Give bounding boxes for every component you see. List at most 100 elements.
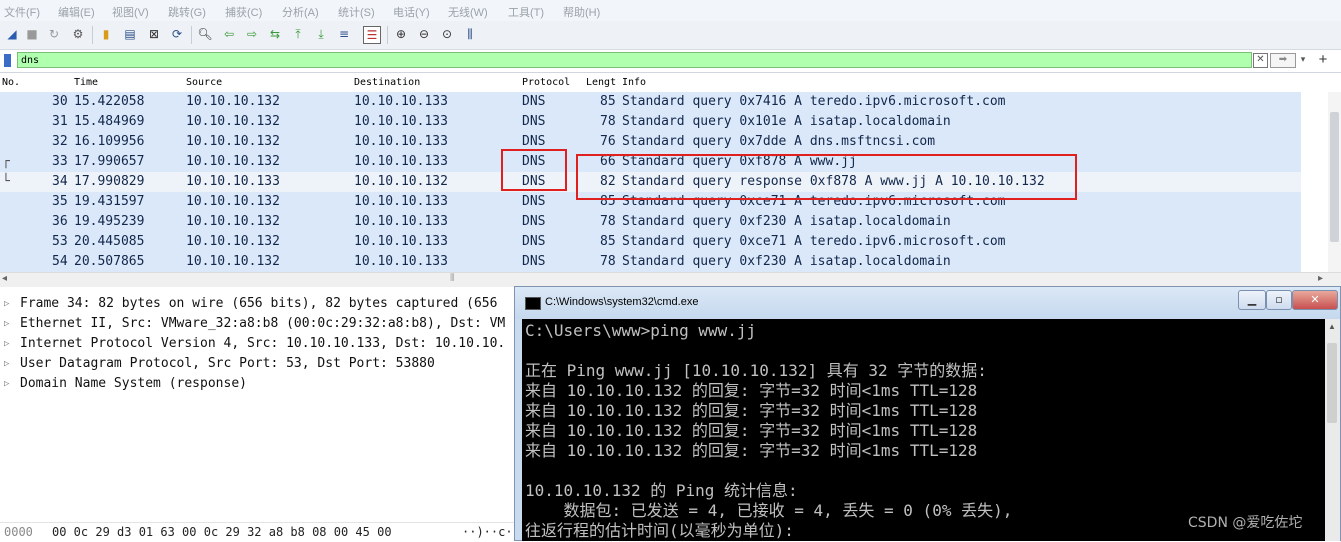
packet-info: Standard query 0x101e A isatap.localdoma… [622,114,951,129]
maximize-button[interactable]: ▫ [1266,290,1292,310]
packet-row[interactable]: 53 20.445085 10.10.10.132 10.10.10.133 D… [0,232,1301,252]
scroll-up-icon[interactable]: ▲ [1328,322,1336,331]
menu-telephony[interactable]: 电话(Y) [393,4,430,20]
expand-arrow-icon[interactable]: ▷ [4,354,9,374]
menu-view[interactable]: 视图(V) [112,4,149,20]
cmd-console-output[interactable]: C:\Users\www>ping www.jj 正在 Ping www.jj … [522,319,1325,541]
packet-no: 36 [52,214,68,229]
bytes-ascii[interactable]: ··)··c·· [462,523,520,542]
go-to-packet-icon[interactable]: ⇆ [267,26,283,42]
packet-protocol: DNS [522,234,546,249]
first-packet-icon[interactable]: ⤒ [290,26,306,42]
console-line: 来自 10.10.10.132 的回复: 字节=32 时间<1ms TTL=12… [525,421,978,440]
reload-icon[interactable]: ⟳ [169,26,185,42]
cmd-vertical-scrollbar[interactable]: ▲ [1325,319,1340,541]
packet-length: 85 [600,234,616,249]
save-file-icon[interactable]: ▤ [122,26,138,42]
packet-info: Standard query 0xce71 A teredo.ipv6.micr… [622,234,1006,249]
filter-dropdown-icon[interactable]: ▾ [1297,53,1309,66]
menu-edit[interactable]: 编辑(E) [58,4,95,20]
expand-arrow-icon[interactable]: ▷ [4,374,9,394]
cmd-title-bar[interactable]: C:\Windows\system32\cmd.exe ▁ ▫ ✕ [515,287,1340,319]
packet-list-vertical-scrollbar[interactable] [1328,92,1341,272]
menu-go[interactable]: 跳转(G) [168,4,206,20]
column-header-info[interactable]: Info [622,77,646,88]
column-header-destination[interactable]: Destination [354,77,420,88]
menu-help[interactable]: 帮助(H) [563,4,600,20]
expand-arrow-icon[interactable]: ▷ [4,334,9,354]
packet-time: 17.990829 [74,174,145,189]
packet-no: 30 [52,94,68,109]
go-forward-icon[interactable]: ⇨ [244,26,260,42]
stop-icon[interactable]: ■ [24,26,40,42]
find-packet-icon[interactable]: 🔍︎ [197,26,213,42]
packet-destination: 10.10.10.133 [354,214,448,229]
packet-row[interactable]: 30 15.422058 10.10.10.132 10.10.10.133 D… [0,92,1301,112]
normal-size-icon[interactable]: ⊙ [439,26,455,42]
zoom-in-icon[interactable]: ⊕ [393,26,409,42]
last-packet-icon[interactable]: ⤓ [313,26,329,42]
toolbar-separator [191,26,192,44]
detail-text: User Datagram Protocol, Src Port: 53, Ds… [20,356,435,371]
packet-no: 33 [52,154,68,169]
packet-length: 85 [600,94,616,109]
packet-row[interactable]: 31 15.484969 10.10.10.132 10.10.10.133 D… [0,112,1301,132]
display-filter-input[interactable]: dns [17,52,1252,68]
scroll-right-icon[interactable]: ▸ [1318,273,1323,284]
add-filter-button-icon[interactable]: + [1316,51,1330,69]
packet-row[interactable]: 36 19.495239 10.10.10.132 10.10.10.133 D… [0,212,1301,232]
open-folder-icon[interactable]: ▮ [98,26,114,42]
menu-analyze[interactable]: 分析(A) [282,4,319,20]
column-header-time[interactable]: Time [74,77,98,88]
close-button[interactable]: ✕ [1292,290,1338,310]
menu-file[interactable]: 文件(F) [4,4,40,20]
column-header-length[interactable]: Lengt [586,77,616,88]
packet-info: Standard query 0xf230 A isatap.localdoma… [622,254,951,269]
menu-tools[interactable]: 工具(T) [508,4,544,20]
packet-length: 78 [600,254,616,269]
options-gear-icon[interactable]: ⚙ [70,26,86,42]
packet-time: 16.109956 [74,134,145,149]
menu-capture[interactable]: 捕获(C) [225,4,262,20]
packet-protocol: DNS [522,254,546,269]
bytes-hex[interactable]: 00 0c 29 d3 01 63 00 0c 29 32 a8 b8 08 0… [52,523,392,542]
restart-icon[interactable]: ↻ [46,26,62,42]
scroll-left-icon[interactable]: ◂ [2,273,7,284]
packet-list-horizontal-scrollbar[interactable]: ◂ ⦀ ▸ [0,272,1341,287]
zoom-out-icon[interactable]: ⊖ [416,26,432,42]
packet-protocol: DNS [522,214,546,229]
scrollbar-thumb[interactable] [1327,343,1337,423]
autoscroll-icon[interactable]: ≡ [336,26,352,42]
clear-filter-icon[interactable]: ✕ [1253,53,1268,68]
resize-columns-icon[interactable]: ⫼ [462,26,478,42]
expand-arrow-icon[interactable]: ▷ [4,314,9,334]
go-back-icon[interactable]: ⇦ [221,26,237,42]
packet-row[interactable]: 32 16.109956 10.10.10.132 10.10.10.133 D… [0,132,1301,152]
response-link-icon: └ [2,174,10,189]
packet-protocol: DNS [522,94,546,109]
column-header-protocol[interactable]: Protocol [522,77,570,88]
column-header-source[interactable]: Source [186,77,222,88]
packet-source: 10.10.10.132 [186,114,280,129]
scrollbar-thumb[interactable] [1330,112,1339,242]
packet-length: 78 [600,114,616,129]
scrollbar-grip-icon[interactable]: ⦀ [450,273,454,284]
packet-source: 10.10.10.132 [186,194,280,209]
packet-source: 10.10.10.132 [186,94,280,109]
packet-time: 15.484969 [74,114,145,129]
bookmark-icon[interactable] [4,54,11,67]
shark-fin-start-icon[interactable]: ◢ [4,26,20,42]
expand-arrow-icon[interactable]: ▷ [4,294,9,314]
packet-destination: 10.10.10.133 [354,234,448,249]
minimize-button[interactable]: ▁ [1238,290,1266,310]
packet-destination: 10.10.10.133 [354,94,448,109]
close-file-icon[interactable]: ⊠ [146,26,162,42]
packet-row[interactable]: 54 20.507865 10.10.10.132 10.10.10.133 D… [0,252,1301,272]
packet-source: 10.10.10.132 [186,254,280,269]
apply-filter-icon[interactable]: ➡ [1270,53,1296,68]
menu-statistics[interactable]: 统计(S) [338,4,375,20]
colorize-icon[interactable]: ☰ [363,26,381,44]
menu-wireless[interactable]: 无线(W) [448,4,488,20]
detail-text: Domain Name System (response) [20,376,247,391]
column-header-no[interactable]: No. [2,77,20,88]
